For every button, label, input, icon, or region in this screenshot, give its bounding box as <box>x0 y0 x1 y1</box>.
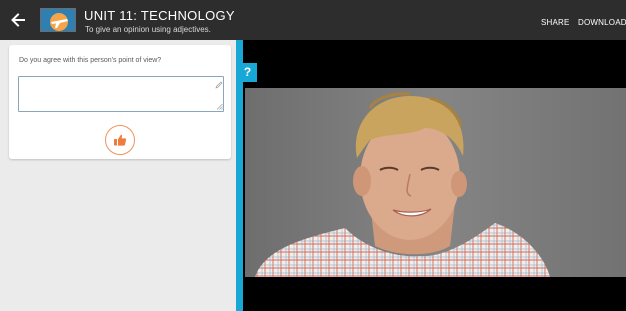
arrow-left-icon <box>11 13 25 27</box>
share-link[interactable]: SHARE <box>541 18 570 27</box>
pencil-icon <box>215 81 223 89</box>
resize-grip-icon[interactable] <box>216 103 223 110</box>
question-text: Do you agree with this person's point of… <box>19 57 162 64</box>
thumbs-up-icon <box>114 134 127 146</box>
download-link[interactable]: DOWNLOAD LE <box>578 18 626 27</box>
top-bar: UNIT 11: TECHNOLOGY To give an opinion u… <box>0 0 626 40</box>
help-button[interactable]: ? <box>238 63 257 82</box>
speaker-portrait-image <box>245 88 626 277</box>
airplane-thumbnail-icon <box>41 9 75 31</box>
activity-panel: Do you agree with this person's point of… <box>0 40 236 311</box>
back-button[interactable] <box>8 10 28 30</box>
video-player[interactable] <box>243 40 626 311</box>
lesson-thumbnail <box>40 8 76 32</box>
unit-subtitle: To give an opinion using adjectives. <box>85 25 211 34</box>
like-button[interactable] <box>105 125 135 155</box>
unit-title: UNIT 11: TECHNOLOGY <box>84 8 235 23</box>
opinion-card: Do you agree with this person's point of… <box>9 45 231 159</box>
video-frame[interactable] <box>245 88 626 277</box>
answer-textarea[interactable] <box>18 76 224 112</box>
